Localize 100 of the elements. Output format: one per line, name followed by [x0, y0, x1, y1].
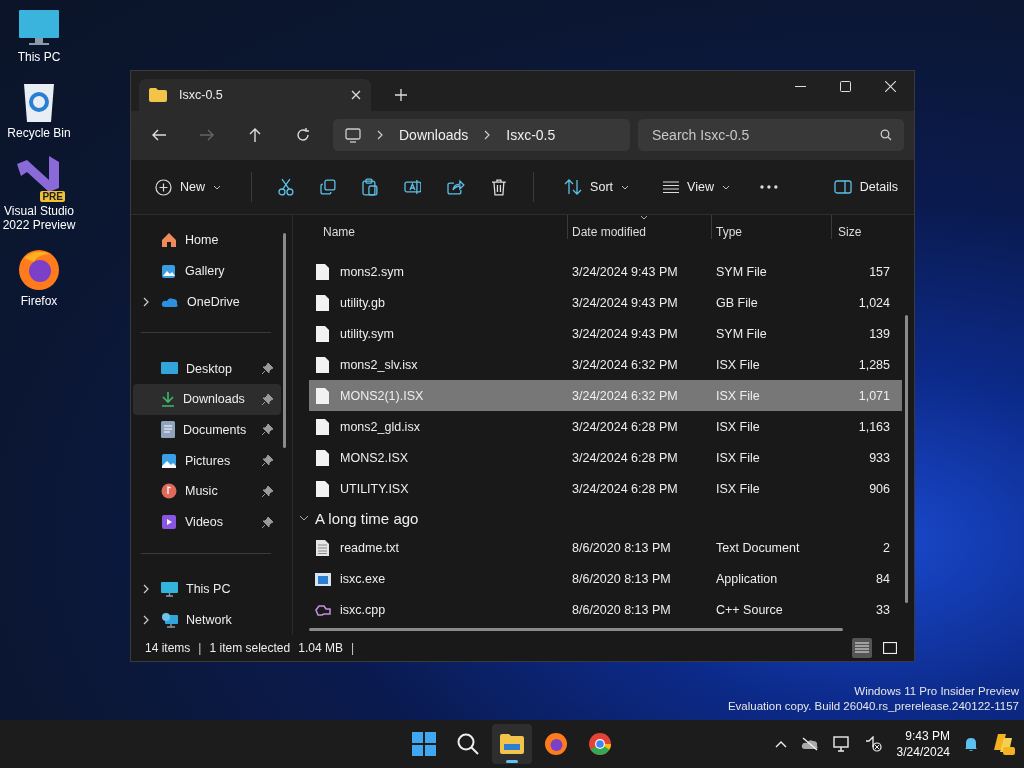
file-row[interactable]: isxc.exe 8/6/2020 8:13 PM Application 84 [309, 563, 902, 594]
type-cell-text: SYM File [716, 326, 768, 341]
file-row[interactable]: MONS2(1).ISX 3/24/2024 6:32 PM ISX File 1,071 [309, 380, 902, 411]
details-view-button[interactable] [852, 638, 872, 658]
file-row[interactable]: readme.txt 8/6/2020 8:13 PM Text Document 2 [309, 532, 902, 563]
list-view-icon [855, 642, 869, 654]
file-row[interactable]: mons2.sym 3/24/2024 9:43 PM SYM File 157 [309, 256, 902, 287]
sidebar-item[interactable]: Network [133, 604, 281, 635]
sidebar-item[interactable]: Desktop [133, 353, 281, 384]
sidebar-item[interactable]: This PC [133, 573, 281, 605]
file-row[interactable]: UTILITY.ISX 3/24/2024 6:28 PM ISX File 906 [309, 473, 902, 504]
size-cell-text: 84 [875, 571, 890, 586]
copy-icon[interactable] [319, 179, 336, 195]
close-icon[interactable] [885, 81, 896, 92]
pin-icon[interactable] [262, 424, 273, 436]
network-icon[interactable] [832, 736, 851, 752]
column-header[interactable]: Size [831, 215, 891, 239]
desktop-icon-label[interactable]: Recycle Bin [7, 126, 71, 140]
sidebar-item[interactable]: Downloads [133, 383, 281, 415]
date-cell-text: 3/24/2024 9:43 PM [572, 295, 679, 310]
rename-icon[interactable] [403, 179, 422, 195]
monitor-icon[interactable] [17, 8, 61, 48]
breadcrumb-item[interactable]: Downloads [399, 127, 469, 143]
cut-icon[interactable] [278, 178, 294, 196]
file-row[interactable]: mons2_gld.isx 3/24/2024 6:28 PM ISX File 1,163 [309, 411, 902, 442]
search-field[interactable]: Search Isxc-0.5 [638, 119, 904, 151]
sidebar-item[interactable]: Videos [133, 506, 281, 538]
sidebar-label: OneDrive [187, 294, 241, 309]
desktop-icon-label[interactable]: This PC [17, 50, 61, 64]
group-header[interactable]: A long time ago [299, 504, 902, 532]
date-cell-text: 3/24/2024 9:43 PM [572, 326, 679, 341]
pin-icon[interactable] [262, 363, 273, 374]
address-bar[interactable]: Downloads Isxc-0.5 [333, 119, 630, 151]
chevron-right-icon[interactable] [143, 614, 149, 625]
clock-date[interactable]: 3/24/2024 [896, 744, 950, 760]
sort-caret-icon [639, 215, 648, 220]
file-row[interactable]: utility.sym 3/24/2024 9:43 PM SYM File 139 [309, 318, 902, 349]
column-header[interactable]: Date modified [567, 215, 711, 239]
four-squares-icon [412, 732, 436, 756]
chevron-right-icon[interactable] [143, 583, 149, 594]
view-button[interactable]: View [659, 176, 734, 198]
share-icon[interactable] [447, 179, 466, 195]
sidebar-label: Desktop [186, 361, 233, 376]
breadcrumb-item[interactable]: Isxc-0.5 [506, 127, 556, 143]
vertical-scrollbar[interactable] [905, 315, 908, 603]
pin-icon[interactable] [262, 393, 273, 405]
search-icon [457, 733, 479, 755]
details-button[interactable]: Details [829, 176, 902, 198]
desktop-icon-label[interactable]: Visual Studio 2022 Preview [0, 204, 78, 232]
date-cell-text: 3/24/2024 6:28 PM [572, 450, 679, 465]
new-button[interactable]: New [151, 174, 225, 200]
desktop-icon-label[interactable]: Firefox [20, 294, 58, 308]
sidebar-item[interactable]: Documents [133, 414, 281, 446]
copilot-icon[interactable] [992, 732, 1016, 756]
sidebar-item[interactable]: OneDrive [133, 286, 281, 318]
paste-icon[interactable] [361, 178, 378, 196]
date-cell-text: 3/24/2024 6:28 PM [572, 481, 679, 496]
firefox-icon [544, 732, 568, 756]
up-arrow-icon[interactable] [247, 127, 263, 143]
sidebar-item[interactable]: Pictures [133, 445, 281, 477]
bell-icon[interactable] [964, 736, 978, 752]
desktop-icon [161, 361, 178, 376]
file-row[interactable]: utility.gb 3/24/2024 9:43 PM GB File 1,024 [309, 287, 902, 318]
refresh-icon[interactable] [295, 127, 311, 143]
details-pane-icon [833, 180, 852, 194]
pin-icon[interactable] [262, 485, 273, 497]
caret-icon [721, 184, 730, 190]
more-options-icon[interactable] [759, 185, 778, 189]
folder-tab[interactable]: Isxc-0.5 [139, 79, 371, 111]
pin-icon[interactable] [262, 516, 273, 528]
file-row[interactable]: isxc.cpp 8/6/2020 8:13 PM C++ Source 33 [309, 594, 902, 625]
sidebar-item[interactable]: Gallery [133, 255, 281, 287]
explorer-taskbar-button[interactable] [492, 724, 532, 764]
chevron-up-icon[interactable] [774, 740, 787, 748]
volume-muted-icon[interactable] [864, 736, 883, 752]
maximize-icon[interactable] [840, 81, 851, 92]
file-row[interactable]: MONS2.ISX 3/24/2024 6:28 PM ISX File 933 [309, 442, 902, 473]
delete-icon[interactable] [491, 178, 508, 196]
chrome-icon [588, 732, 612, 756]
cloud-off-icon[interactable] [800, 737, 819, 751]
selection-info: 1 item selected [209, 641, 291, 655]
date-cell-text: 3/24/2024 6:28 PM [572, 419, 679, 434]
size-cell-text: 139 [868, 326, 890, 341]
column-header[interactable]: Type [711, 215, 831, 239]
back-arrow-icon[interactable] [151, 127, 167, 143]
file-name: mons2_gld.isx [340, 419, 420, 434]
sort-button[interactable]: Sort [560, 175, 634, 199]
file-row[interactable]: mons2_slv.isx 3/24/2024 6:32 PM ISX File 1,285 [309, 349, 902, 380]
close-tab-icon[interactable] [351, 90, 361, 100]
clock-time[interactable]: 9:43 PM [905, 728, 950, 744]
column-header[interactable]: Name [309, 215, 567, 239]
new-tab-icon[interactable] [395, 89, 407, 101]
sidebar-item[interactable]: Music [133, 476, 281, 507]
sidebar-label: Music [185, 484, 219, 499]
size-cell-text: 1,024 [857, 295, 890, 310]
date-cell-text: 8/6/2020 8:13 PM [572, 540, 672, 555]
pin-icon[interactable] [262, 455, 273, 467]
sidebar-item[interactable]: Home [133, 225, 281, 256]
horizontal-scrollbar[interactable] [309, 628, 843, 631]
chevron-right-icon[interactable] [143, 296, 149, 307]
